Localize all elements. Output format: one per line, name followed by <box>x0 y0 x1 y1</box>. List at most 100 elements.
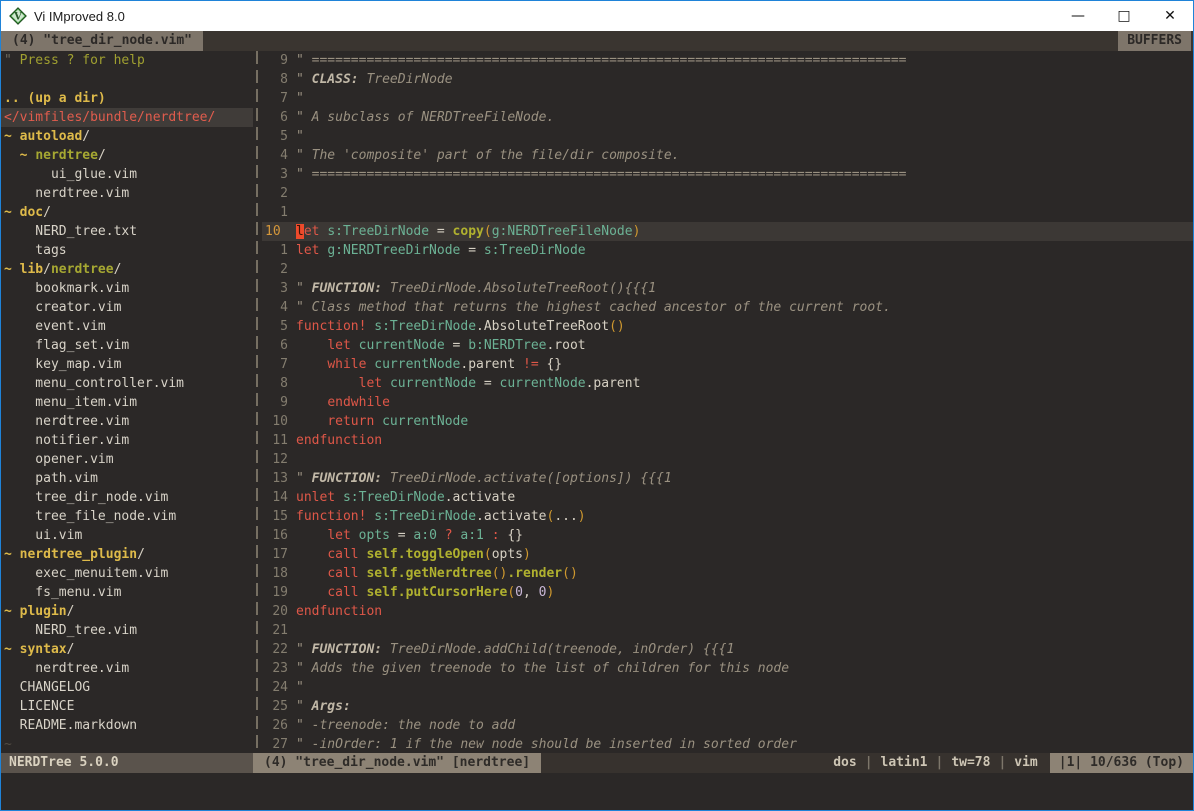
code-line[interactable]: 6" A subclass of NERDTreeFileNode. <box>262 108 1193 127</box>
tree-item[interactable]: ~ lib/nerdtree/ <box>4 260 253 279</box>
tree-item[interactable]: </vimfiles/bundle/nerdtree/ <box>1 108 253 127</box>
tree-item[interactable]: tags <box>4 241 253 260</box>
tree-item[interactable]: README.markdown <box>4 716 253 735</box>
tree-item[interactable]: CHANGELOG <box>4 678 253 697</box>
code-line-current[interactable]: 10let s:TreeDirNode = copy(g:NERDTreeFil… <box>262 222 1193 241</box>
tree-item[interactable]: nerdtree.vim <box>4 412 253 431</box>
tree-item[interactable]: tree_dir_node.vim <box>4 488 253 507</box>
tree-item[interactable]: .. (up a dir) <box>4 89 253 108</box>
code-line[interactable]: 5function! s:TreeDirNode.AbsoluteTreeRoo… <box>262 317 1193 336</box>
code-line[interactable]: 2 <box>262 260 1193 279</box>
close-button[interactable]: ✕ <box>1147 1 1193 31</box>
code-line[interactable]: 9" =====================================… <box>262 51 1193 70</box>
code-line[interactable]: 3" FUNCTION: TreeDirNode.AbsoluteTreeRoo… <box>262 279 1193 298</box>
line-number: 13 <box>262 469 288 488</box>
code-line[interactable]: 13" FUNCTION: TreeDirNode.activate([opti… <box>262 469 1193 488</box>
tree-item[interactable]: NERD_tree.txt <box>4 222 253 241</box>
code-line[interactable]: 20endfunction <box>262 602 1193 621</box>
tree-item[interactable]: path.vim <box>4 469 253 488</box>
tree-item[interactable]: ~ nerdtree_plugin/ <box>4 545 253 564</box>
tree-item[interactable]: bookmark.vim <box>4 279 253 298</box>
line-number: 19 <box>262 583 288 602</box>
tab-line: (4) "tree_dir_node.vim" BUFFERS <box>1 31 1193 51</box>
code-line[interactable]: 24" <box>262 678 1193 697</box>
tree-item[interactable]: ~ doc/ <box>4 203 253 222</box>
tree-item[interactable]: ~ plugin/ <box>4 602 253 621</box>
tree-item[interactable]: ui_glue.vim <box>4 165 253 184</box>
tree-item[interactable]: event.vim <box>4 317 253 336</box>
tree-item[interactable]: tree_file_node.vim <box>4 507 253 526</box>
code-line[interactable]: 14unlet s:TreeDirNode.activate <box>262 488 1193 507</box>
statusline-right-segments: dos|latin1|tw=78|vim <box>833 753 1038 773</box>
tree-item[interactable] <box>4 70 253 89</box>
code-line[interactable]: 11endfunction <box>262 431 1193 450</box>
line-number: 5 <box>262 317 288 336</box>
code-line[interactable]: 26" -treenode: the node to add <box>262 716 1193 735</box>
line-number: 12 <box>262 450 288 469</box>
line-number: 26 <box>262 716 288 735</box>
tree-item[interactable]: creator.vim <box>4 298 253 317</box>
code-line[interactable]: 1 <box>262 203 1193 222</box>
tree-item[interactable]: nerdtree.vim <box>4 659 253 678</box>
tree-item[interactable]: opener.vim <box>4 450 253 469</box>
code-line[interactable]: 5" <box>262 127 1193 146</box>
tree-item[interactable]: ~ <box>4 735 253 753</box>
buffers-tab[interactable]: BUFFERS <box>1118 31 1191 51</box>
code-line[interactable]: 4" The 'composite' part of the file/dir … <box>262 146 1193 165</box>
code-line[interactable]: 12 <box>262 450 1193 469</box>
tree-item[interactable]: notifier.vim <box>4 431 253 450</box>
tree-item[interactable]: fs_menu.vim <box>4 583 253 602</box>
code-line[interactable]: 7" <box>262 89 1193 108</box>
code-line[interactable]: 8" CLASS: TreeDirNode <box>262 70 1193 89</box>
statusline-separator: | <box>927 753 951 773</box>
code-line[interactable]: 9 endwhile <box>262 393 1193 412</box>
code-line[interactable]: 22" FUNCTION: TreeDirNode.addChild(treen… <box>262 640 1193 659</box>
statusline-file-info: (4) "tree_dir_node.vim" [nerdtree] <box>253 753 541 773</box>
tree-item[interactable]: " Press ? for help <box>4 51 253 70</box>
window-split-separator[interactable] <box>253 51 262 753</box>
code-line[interactable]: 1let g:NERDTreeDirNode = s:TreeDirNode <box>262 241 1193 260</box>
line-number: 25 <box>262 697 288 716</box>
tree-item[interactable]: menu_item.vim <box>4 393 253 412</box>
line-number: 1 <box>262 203 288 222</box>
tree-item[interactable]: LICENCE <box>4 697 253 716</box>
tree-item[interactable]: menu_controller.vim <box>4 374 253 393</box>
code-line[interactable]: 25" Args: <box>262 697 1193 716</box>
tree-item[interactable]: flag_set.vim <box>4 336 253 355</box>
vim-window: V Vi IMproved 8.0 —□✕ (4) "tree_dir_node… <box>0 0 1194 811</box>
tree-item[interactable]: nerdtree.vim <box>4 184 253 203</box>
code-line[interactable]: 10 return currentNode <box>262 412 1193 431</box>
code-line[interactable]: 19 call self.putCursorHere(0, 0) <box>262 583 1193 602</box>
code-line[interactable]: 16 let opts = a:0 ? a:1 : {} <box>262 526 1193 545</box>
tree-item[interactable]: exec_menuitem.vim <box>4 564 253 583</box>
tree-item[interactable]: ~ autoload/ <box>4 127 253 146</box>
line-number: 7 <box>262 355 288 374</box>
tree-item[interactable]: ui.vim <box>4 526 253 545</box>
code-line[interactable]: 6 let currentNode = b:NERDTree.root <box>262 336 1193 355</box>
command-line-area[interactable] <box>1 773 1193 810</box>
statusline-position: |1| 10/636 (Top) <box>1050 753 1193 773</box>
tree-item[interactable]: ~ nerdtree/ <box>4 146 253 165</box>
code-line[interactable]: 21 <box>262 621 1193 640</box>
statusline-segment: vim <box>1014 753 1037 773</box>
code-line[interactable]: 7 while currentNode.parent != {} <box>262 355 1193 374</box>
tree-item[interactable]: ~ syntax/ <box>4 640 253 659</box>
nerdtree-statusline: NERDTree 5.0.0 <box>1 753 253 773</box>
minimize-button[interactable]: — <box>1055 1 1101 31</box>
code-line[interactable]: 15function! s:TreeDirNode.activate(...) <box>262 507 1193 526</box>
code-line[interactable]: 27" -inOrder: 1 if the new node should b… <box>262 735 1193 753</box>
code-line[interactable]: 23" Adds the given treenode to the list … <box>262 659 1193 678</box>
maximize-button[interactable]: □ <box>1101 1 1147 31</box>
code-line[interactable]: 18 call self.getNerdtree().render() <box>262 564 1193 583</box>
tab-tree-dir-node[interactable]: (4) "tree_dir_node.vim" <box>1 31 203 51</box>
line-number: 2 <box>262 260 288 279</box>
code-line[interactable]: 3" =====================================… <box>262 165 1193 184</box>
code-line[interactable]: 17 call self.toggleOpen(opts) <box>262 545 1193 564</box>
code-line[interactable]: 4" Class method that returns the highest… <box>262 298 1193 317</box>
code-line[interactable]: 2 <box>262 184 1193 203</box>
tree-item[interactable]: NERD_tree.vim <box>4 621 253 640</box>
tree-item[interactable]: key_map.vim <box>4 355 253 374</box>
line-number: 16 <box>262 526 288 545</box>
line-number: 6 <box>262 108 288 127</box>
code-line[interactable]: 8 let currentNode = currentNode.parent <box>262 374 1193 393</box>
